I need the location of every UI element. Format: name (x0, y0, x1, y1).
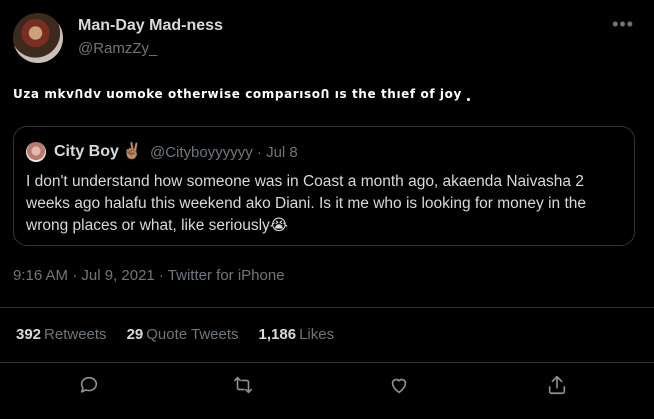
quoted-tweet[interactable]: City Boy ✌🏽 @Cityboyyyyyy · Jul 8 I don'… (13, 126, 635, 246)
tweet-timestamp[interactable]: 9:16 AM · Jul 9, 2021 · Twitter for iPho… (13, 267, 285, 284)
action-bar (0, 374, 654, 404)
tweet-text: Uza mkvՈdv uomoke otherwise comparısoՈ ı… (13, 87, 470, 101)
quotes-count: 29 (126, 326, 144, 343)
likes-label: Likes (299, 326, 335, 343)
avatar[interactable] (13, 13, 63, 63)
retweet-icon[interactable] (232, 374, 258, 400)
like-icon[interactable] (388, 374, 414, 400)
likes-count: 1,186 (258, 326, 297, 343)
quoted-name: City Boy (54, 143, 119, 160)
retweets-count: 392 (16, 326, 42, 343)
handle[interactable]: @RamzZy_ (78, 40, 157, 57)
retweets-stat[interactable]: 392 Retweets (16, 326, 107, 343)
divider (0, 307, 654, 308)
tweet: Man-Day Mad-ness @RamzZy_ ••• Uza mkvՈdv… (0, 0, 654, 419)
dot-mark (466, 98, 470, 101)
quotes-label: Quote Tweets (146, 326, 239, 343)
quotes-stat[interactable]: 29 Quote Tweets (127, 326, 239, 343)
display-name[interactable]: Man-Day Mad-ness (78, 17, 223, 35)
victory-hand-emoji-icon: ✌🏽 (122, 143, 142, 160)
quoted-handle-date: @Cityboyyyyyy · Jul 8 (150, 144, 298, 161)
quoted-text: I don't understand how someone was in Co… (26, 173, 587, 234)
share-icon[interactable] (546, 374, 572, 400)
reply-icon[interactable] (78, 374, 104, 400)
likes-stat[interactable]: 1,186 Likes (259, 326, 335, 343)
retweets-label: Retweets (44, 326, 107, 343)
tweet-text-content: Uza mkvՈdv uomoke otherwise comparısoՈ ı… (13, 87, 462, 101)
engagement-stats: 392 Retweets 29 Quote Tweets 1,186 Likes (16, 326, 334, 343)
divider (0, 362, 654, 363)
quoted-avatar (26, 142, 46, 162)
more-icon[interactable]: ••• (612, 14, 634, 35)
